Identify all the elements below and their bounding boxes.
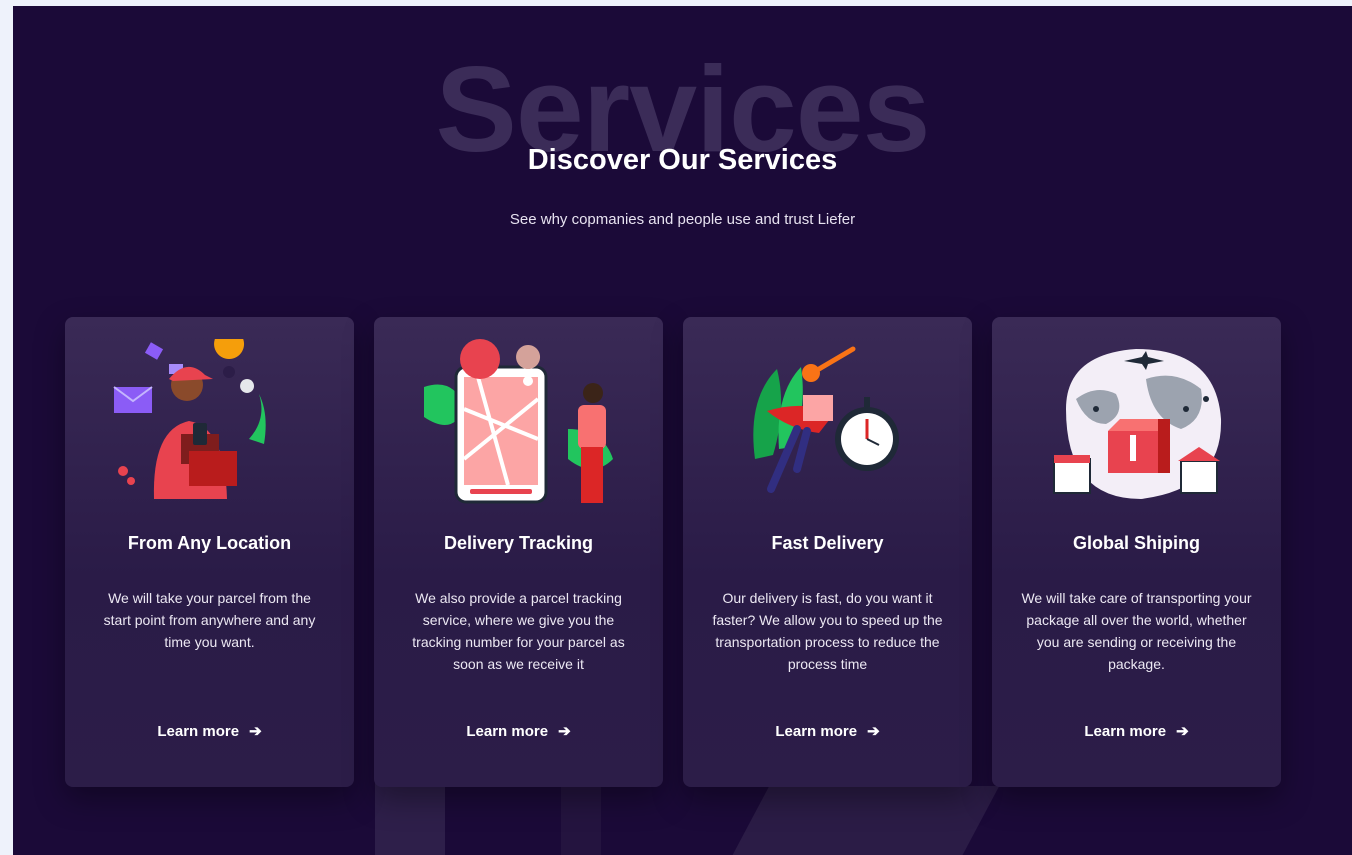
background-decor-right [726, 786, 1000, 855]
flying-courier-stopwatch-icon [753, 346, 899, 493]
arrow-right-icon: ➔ [558, 723, 571, 740]
learn-more-link[interactable]: Learn more ➔ [992, 722, 1281, 740]
arrow-right-icon: ➔ [867, 723, 880, 740]
card-title: Fast Delivery [771, 533, 884, 553]
learn-more-link[interactable]: Learn more ➔ [374, 722, 663, 740]
service-card-from-any-location: From Any Location We will take your parc… [65, 317, 354, 787]
card-description: Our delivery is fast, do you want it fas… [712, 590, 943, 672]
card-title: Global Shiping [1073, 533, 1200, 553]
learn-more-label: Learn more [1084, 723, 1167, 740]
service-card-delivery-tracking: Delivery Tracking We also provide a parc… [374, 317, 663, 787]
background-decor-left [375, 776, 445, 855]
services-section: Services Discover Our Services See why c… [13, 6, 1352, 855]
card-title: Delivery Tracking [443, 533, 594, 553]
learn-more-link[interactable]: Learn more ➔ [65, 722, 354, 740]
card-description: We will take your parcel from the start … [103, 590, 316, 650]
learn-more-link[interactable]: Learn more ➔ [683, 722, 972, 740]
service-card-fast-delivery: Fast Delivery Our delivery is fast, do y… [683, 317, 972, 787]
learn-more-label: Learn more [157, 723, 240, 740]
card-title: From Any Location [127, 533, 292, 553]
card-description: We will take care of transporting your p… [1021, 590, 1252, 672]
courier-with-parcel-icon [113, 339, 266, 499]
phone-map-tracking-icon [424, 339, 613, 504]
arrow-right-icon: ➔ [1176, 723, 1189, 740]
service-card-global-shiping: Global Shiping We will take care of tran… [992, 317, 1281, 787]
section-subtitle: See why copmanies and people use and tru… [509, 211, 856, 228]
arrow-right-icon: ➔ [249, 723, 262, 740]
learn-more-label: Learn more [466, 723, 549, 740]
card-description: We also provide a parcel tracking servic… [412, 590, 625, 672]
learn-more-label: Learn more [775, 723, 858, 740]
world-map-parcel-icon [1053, 349, 1222, 499]
section-title: Discover Our Services [527, 144, 838, 176]
